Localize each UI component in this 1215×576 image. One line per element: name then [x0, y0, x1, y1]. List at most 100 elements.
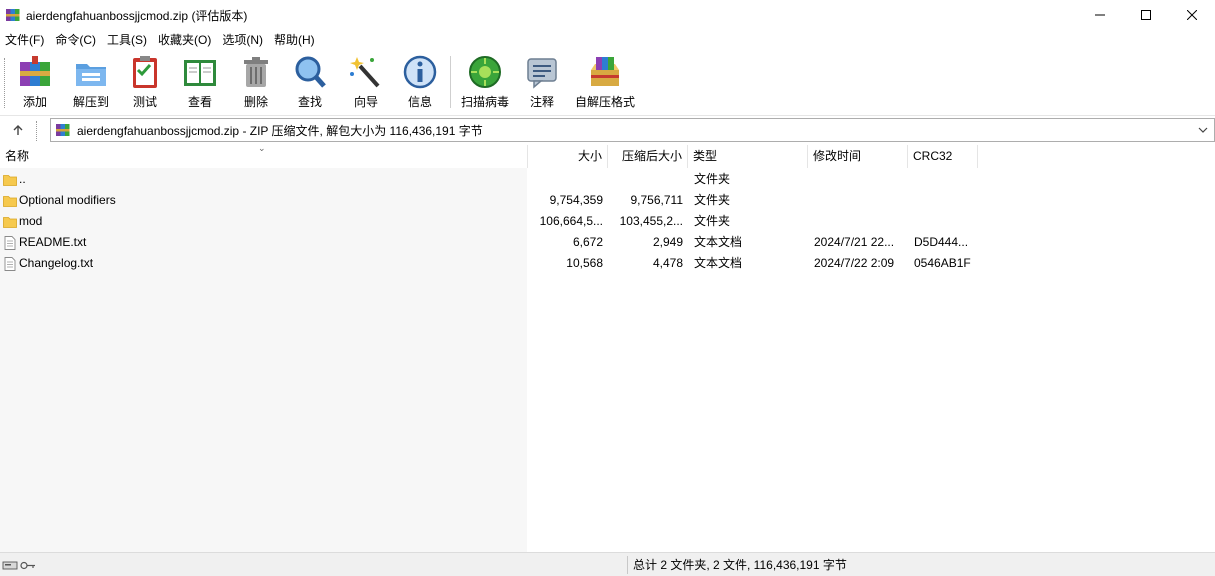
column-type[interactable]: 类型 — [688, 145, 808, 168]
add-button[interactable]: 添加 — [14, 54, 56, 112]
view-button[interactable]: 查看 — [178, 54, 222, 112]
info-button[interactable]: 信息 — [400, 54, 440, 112]
virus-scan-icon — [467, 54, 503, 90]
file-name-cell: README.txt — [0, 232, 527, 253]
title-bar: aierdengfahuanbossjjcmod.zip (评估版本) — [0, 0, 1215, 30]
menu-options[interactable]: 选项(N) — [217, 30, 269, 50]
test-button[interactable]: 测试 — [126, 54, 164, 112]
add-archive-icon — [17, 54, 53, 90]
column-name[interactable]: 名称 — [0, 145, 528, 168]
add-label: 添加 — [22, 95, 47, 109]
close-button[interactable] — [1169, 0, 1215, 30]
list-item-parent[interactable]: .. 文件夹 — [0, 169, 1215, 190]
file-name: README.txt — [19, 235, 87, 249]
find-icon — [292, 54, 328, 90]
info-icon — [402, 54, 438, 90]
find-button[interactable]: 查找 — [290, 54, 330, 112]
address-field[interactable]: aierdengfahuanbossjjcmod.zip - ZIP 压缩文件,… — [50, 118, 1215, 142]
chevron-down-icon — [1198, 127, 1208, 133]
comment-icon — [524, 54, 560, 90]
drive-icon[interactable] — [2, 561, 18, 570]
minimize-icon — [1095, 14, 1105, 16]
sfx-label: 自解压格式 — [574, 95, 635, 109]
column-size[interactable]: 大小 — [528, 145, 608, 168]
menu-bar: 文件(F) 命令(C) 工具(S) 收藏夹(O) 选项(N) 帮助(H) — [0, 30, 1215, 50]
address-dropdown[interactable] — [1196, 123, 1210, 137]
file-type: 文件夹 — [694, 193, 731, 207]
view-icon — [182, 54, 218, 90]
menu-favorites[interactable]: 收藏夹(O) — [153, 30, 217, 50]
file-packed-size: 9,756,711 — [630, 193, 684, 207]
file-crc: 0546AB1F — [914, 256, 971, 270]
address-text: aierdengfahuanbossjjcmod.zip - ZIP 压缩文件,… — [77, 123, 483, 138]
file-size: 6,672 — [572, 235, 603, 249]
menu-file[interactable]: 文件(F) — [0, 30, 50, 50]
menu-commands[interactable]: 命令(C) — [50, 30, 102, 50]
status-separator — [627, 556, 628, 574]
toolbar-grip[interactable] — [4, 58, 7, 108]
up-arrow-icon — [13, 125, 23, 135]
test-label: 测试 — [132, 95, 157, 109]
file-name: mod — [19, 214, 43, 228]
wizard-button[interactable]: 向导 — [346, 54, 386, 112]
column-packed-size[interactable]: 压缩后大小 — [608, 145, 688, 168]
sfx-icon — [587, 54, 623, 90]
virus-scan-label: 扫描病毒 — [460, 95, 509, 109]
virus-scan-button[interactable]: 扫描病毒 — [458, 54, 512, 112]
file-modified: 2024/7/22 2:09 — [814, 256, 895, 270]
wizard-label: 向导 — [353, 95, 378, 109]
address-bar: aierdengfahuanbossjjcmod.zip - ZIP 压缩文件,… — [0, 116, 1215, 144]
file-type: 文件夹 — [694, 214, 731, 228]
maximize-icon — [1141, 10, 1151, 20]
sfx-button[interactable]: 自解压格式 — [574, 54, 636, 112]
list-item-mod[interactable]: mod 106,664,5... 103,455,2... 文件夹 — [0, 211, 1215, 232]
key-icon[interactable] — [20, 561, 35, 570]
status-bar: 总计 2 文件夹, 2 文件, 116,436,191 字节 — [0, 552, 1215, 576]
file-size: 9,754,359 — [549, 193, 603, 207]
file-size: 10,568 — [566, 256, 603, 270]
list-item-changelog[interactable]: Changelog.txt 10,568 4,478 文本文档 2024/7/2… — [0, 253, 1215, 274]
file-name-cell: mod — [0, 211, 527, 232]
close-icon — [1187, 10, 1197, 20]
toolbar-separator — [450, 56, 451, 108]
maximize-button[interactable] — [1123, 0, 1169, 30]
delete-button[interactable]: 删除 — [236, 54, 276, 112]
find-label: 查找 — [297, 95, 322, 109]
minimize-button[interactable] — [1077, 0, 1123, 30]
list-item-optional-modifiers[interactable]: Optional modifiers 9,754,359 9,756,711 文… — [0, 190, 1215, 211]
text-file-icon — [3, 235, 17, 250]
file-packed-size: 4,478 — [652, 256, 683, 270]
file-name: .. — [19, 172, 26, 186]
view-label: 查看 — [187, 95, 212, 109]
winrar-app-icon — [5, 7, 21, 23]
extract-to-icon — [73, 54, 109, 90]
file-type: 文件夹 — [694, 172, 731, 186]
archive-icon — [55, 122, 71, 138]
file-size — [528, 169, 603, 190]
menu-tools[interactable]: 工具(S) — [102, 30, 153, 50]
extract-to-button[interactable]: 解压到 — [68, 54, 114, 112]
file-name: Changelog.txt — [19, 256, 94, 270]
menu-help[interactable]: 帮助(H) — [269, 30, 321, 50]
column-crc32[interactable]: CRC32 — [908, 145, 978, 168]
comment-button[interactable]: 注释 — [522, 54, 562, 112]
file-name-cell: .. — [0, 169, 527, 190]
list-item-readme[interactable]: README.txt 6,672 2,949 文本文档 2024/7/21 22… — [0, 232, 1215, 253]
file-list-header: ⌄ 名称 大小 压缩后大小 类型 修改时间 CRC32 — [0, 143, 1215, 168]
file-list: .. 文件夹 Optional modifiers 9,754,359 9,75… — [0, 168, 1215, 552]
status-text: 总计 2 文件夹, 2 文件, 116,436,191 字节 — [633, 558, 847, 572]
file-size: 106,664,5... — [539, 214, 603, 228]
file-name: Optional modifiers — [19, 193, 116, 207]
window-title: aierdengfahuanbossjjcmod.zip (评估版本) — [26, 8, 248, 23]
test-icon — [127, 54, 163, 90]
column-modified[interactable]: 修改时间 — [808, 145, 908, 168]
file-crc: D5D444... — [914, 235, 969, 249]
text-file-icon — [3, 256, 17, 271]
extract-to-label: 解压到 — [72, 95, 109, 109]
address-separator — [36, 121, 37, 141]
file-crc — [914, 211, 978, 232]
file-name-cell: Changelog.txt — [0, 253, 527, 274]
up-button[interactable] — [10, 122, 26, 138]
file-modified — [814, 211, 906, 232]
info-label: 信息 — [407, 95, 432, 109]
